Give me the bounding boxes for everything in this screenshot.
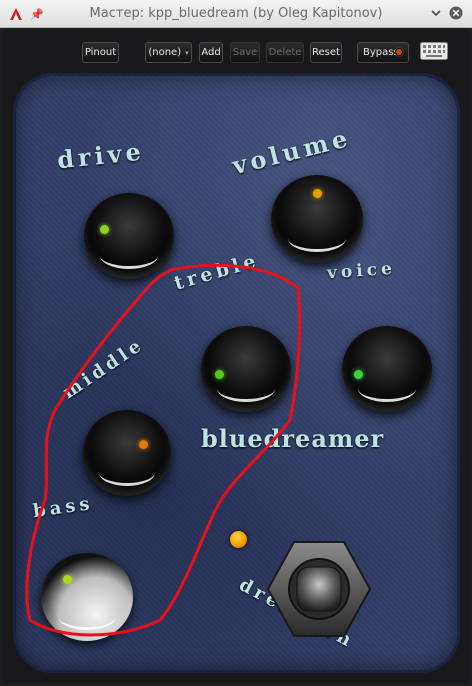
voice-led-icon (354, 370, 363, 379)
pinout-button[interactable]: Pinout (82, 42, 119, 63)
bypass-button[interactable]: Bypass (357, 42, 409, 63)
voice-label: voice (326, 258, 397, 284)
keyboard-icon[interactable] (420, 42, 448, 60)
drive-led-icon (100, 225, 109, 234)
save-preset-button[interactable]: Save (230, 42, 260, 63)
add-preset-button[interactable]: Add (199, 42, 223, 63)
minimize-button[interactable] (429, 6, 443, 20)
status-led-icon (230, 531, 247, 548)
voice-knob[interactable] (342, 326, 432, 412)
bass-knob[interactable] (41, 553, 133, 641)
middle-knob[interactable] (83, 410, 171, 496)
volume-label: volume (229, 122, 354, 181)
window-title: Мастер: kpp_bluedream (by Oleg Kapitonov… (89, 6, 383, 21)
volume-knob[interactable] (271, 175, 363, 263)
brand-text: bluedreamer (201, 424, 385, 453)
preset-select-value: (none) (148, 47, 182, 58)
bypass-led-icon (396, 49, 402, 55)
preset-select[interactable]: (none) ▾ (145, 42, 192, 63)
bass-led-icon (63, 575, 72, 584)
window-titlebar[interactable]: 📌 Мастер: kpp_bluedream (by Oleg Kapiton… (0, 0, 472, 28)
close-button[interactable] (449, 6, 463, 20)
bass-label: bass (31, 492, 95, 523)
drive-label: drive (55, 136, 147, 175)
treble-label: treble (171, 249, 262, 295)
middle-label: middle (59, 333, 149, 404)
bypass-label: Bypass (363, 47, 399, 58)
plugin-toolbar: Pinout (none) ▾ Add Save Delete Reset Byp… (3, 29, 469, 73)
drive-knob[interactable] (84, 193, 174, 279)
delete-preset-button[interactable]: Delete (266, 42, 304, 63)
pedal-face: drive volume treble voice middle bass bl… (13, 73, 460, 673)
volume-led-icon (313, 189, 322, 198)
treble-knob[interactable] (201, 326, 291, 412)
footswitch[interactable] (266, 540, 372, 638)
middle-led-icon (139, 440, 148, 449)
chevron-down-icon: ▾ (185, 49, 189, 57)
plugin-window: Pinout (none) ▾ Add Save Delete Reset Byp… (3, 29, 469, 683)
treble-led-icon (215, 370, 224, 379)
reset-button[interactable]: Reset (310, 42, 342, 63)
